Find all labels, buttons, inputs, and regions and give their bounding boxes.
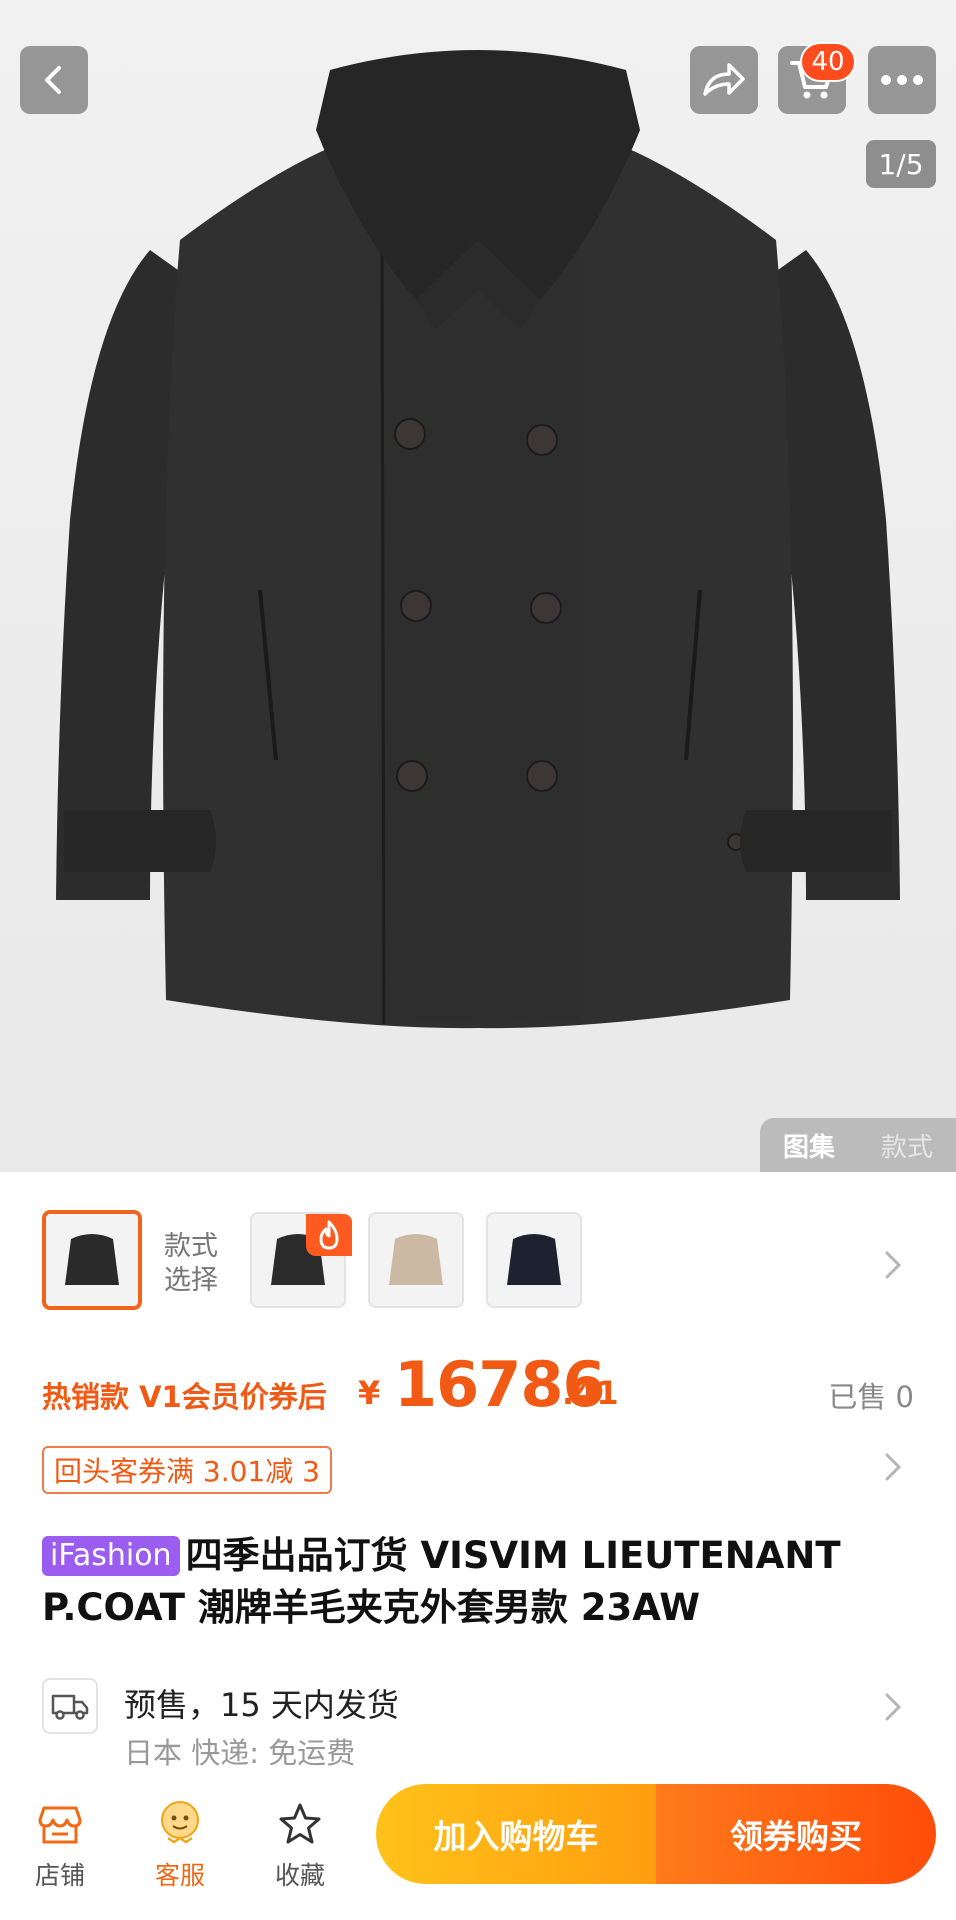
flame-icon bbox=[319, 1220, 339, 1250]
product-title: iFashion 四季出品订货 VISVIM LIEUTENANT P.COAT … bbox=[42, 1530, 922, 1634]
variant-selector: 款式 选择 bbox=[0, 1172, 956, 1322]
nav-store-label: 店铺 bbox=[34, 1861, 85, 1890]
star-icon bbox=[279, 1803, 321, 1844]
cta-group: 加入购物车 领券购买 bbox=[376, 1784, 936, 1884]
variant-thumb-4[interactable] bbox=[486, 1212, 582, 1308]
price-row: 热销款 V1会员价券后 ¥ 16786 .41 已售 0 bbox=[42, 1348, 922, 1432]
more-button[interactable] bbox=[868, 46, 936, 114]
variant-thumb-3[interactable] bbox=[368, 1212, 464, 1308]
nav-store[interactable]: 店铺 bbox=[12, 1792, 108, 1892]
nav-customer-service[interactable]: 客服 bbox=[132, 1792, 228, 1892]
add-to-cart-button[interactable]: 加入购物车 bbox=[376, 1784, 656, 1884]
shipping-icon-box bbox=[42, 1678, 98, 1734]
sold-count: 已售 0 bbox=[828, 1380, 914, 1414]
price-decimal: .41 bbox=[562, 1374, 619, 1412]
variant-label: 款式 选择 bbox=[164, 1231, 218, 1296]
shipping-sub-text: 日本 快递: 免运费 bbox=[124, 1736, 356, 1770]
more-dots-icon bbox=[881, 75, 923, 85]
product-photo-coat bbox=[56, 50, 900, 1029]
shipping-main-text: 预售，15 天内发货 bbox=[124, 1686, 399, 1724]
brand-badge: iFashion bbox=[42, 1536, 180, 1576]
chevron-left-icon bbox=[45, 66, 61, 94]
chevron-right-icon[interactable] bbox=[884, 1250, 902, 1280]
buy-with-coupon-button[interactable]: 领券购买 bbox=[656, 1784, 936, 1884]
delivery-truck-icon bbox=[51, 1694, 89, 1720]
variant-coat-image bbox=[65, 1234, 119, 1285]
back-button[interactable] bbox=[20, 46, 88, 114]
product-image-gallery[interactable]: 40 1/5 图集 款式 bbox=[0, 0, 956, 1172]
nav-favorite[interactable]: 收藏 bbox=[252, 1792, 348, 1892]
chevron-right-icon[interactable] bbox=[884, 1692, 902, 1722]
hot-badge bbox=[306, 1214, 352, 1256]
store-icon bbox=[38, 1806, 82, 1844]
share-button[interactable] bbox=[690, 46, 758, 114]
variant-coat-image bbox=[507, 1234, 561, 1285]
image-index-indicator: 1/5 bbox=[866, 140, 936, 188]
bottom-action-bar: 店铺 客服 收藏 加入购物车 领券购买 bbox=[0, 1774, 956, 1920]
price-currency: ¥ bbox=[358, 1374, 381, 1412]
chevron-right-icon[interactable] bbox=[884, 1452, 902, 1482]
tab-gallery[interactable]: 图集 bbox=[783, 1127, 835, 1164]
cart-count-badge: 40 bbox=[800, 42, 856, 82]
nav-favorite-label: 收藏 bbox=[274, 1861, 325, 1890]
gallery-view-switch: 图集 款式 bbox=[760, 1118, 956, 1172]
customer-service-icon bbox=[161, 1801, 199, 1844]
variant-coat-image bbox=[389, 1234, 443, 1285]
promo-label: 热销款 V1会员价券后 bbox=[42, 1380, 327, 1414]
nav-customer-service-label: 客服 bbox=[154, 1861, 205, 1890]
tab-styles[interactable]: 款式 bbox=[881, 1127, 933, 1164]
variant-thumb-1[interactable] bbox=[42, 1210, 142, 1310]
coupon-tag[interactable]: 回头客券满 3.01减 3 bbox=[42, 1446, 332, 1494]
share-arrow-icon bbox=[703, 63, 745, 96]
